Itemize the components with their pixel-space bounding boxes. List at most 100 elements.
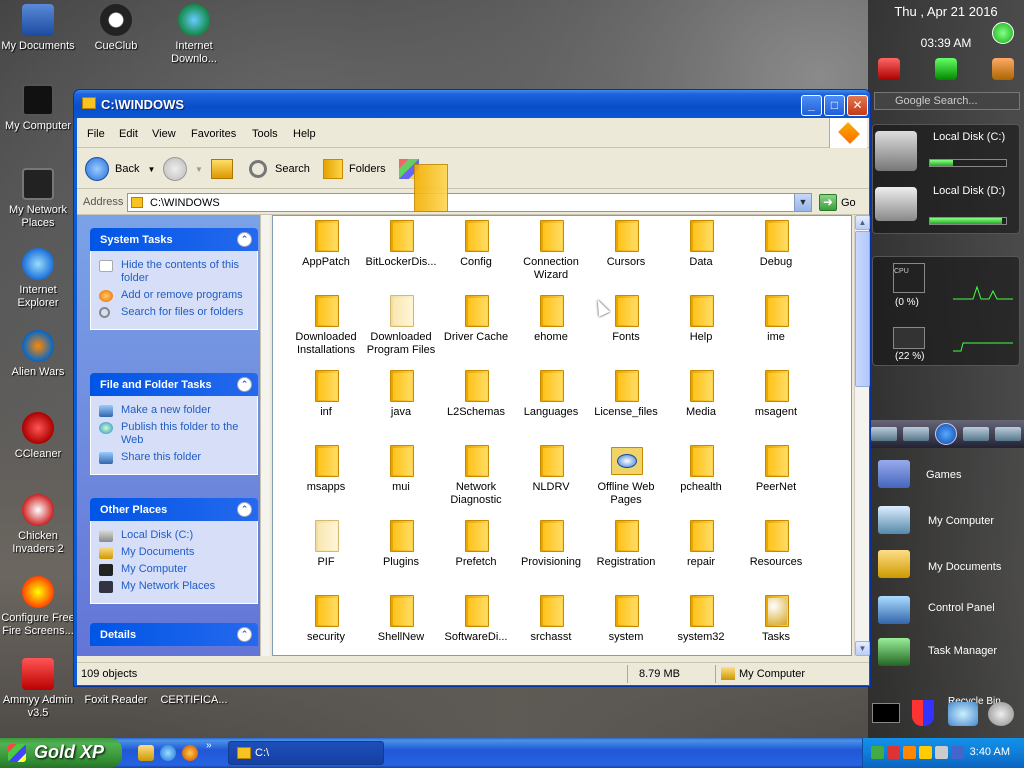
scroll-up-button[interactable]: ▲ [855,215,870,230]
task-publish-to-web[interactable]: Publish this folder to the Web [99,421,249,447]
desktop-icon-my-computer[interactable]: My Computer [0,84,76,133]
place-local-disk-c[interactable]: Local Disk (C:) [99,529,249,542]
play-icon[interactable] [935,423,957,445]
arrow-right-icon[interactable] [992,22,1014,44]
network-globe-icon[interactable] [948,702,978,726]
task-pane-scrollbar[interactable] [260,215,270,656]
folder-item[interactable]: Config [438,220,514,269]
folder-item[interactable]: Offline Web Pages [588,445,664,507]
collapse-icon[interactable]: ⌃ [237,502,252,517]
desktop-icon-internet-download[interactable]: Internet Downlo... [156,4,232,66]
flag-tray-icon[interactable] [919,746,932,759]
folder-view-scrollbar[interactable]: ▲ ▼ [854,215,870,656]
folder-item[interactable]: Connection Wizard [513,220,589,282]
system-tasks-header[interactable]: System Tasks ⌃ [90,228,258,251]
search-button[interactable]: Search [249,157,310,181]
desktop-icon-my-network-places[interactable]: My Network Places [0,168,76,230]
file-folder-tasks-header[interactable]: File and Folder Tasks ⌃ [90,373,258,396]
chevron-down-icon[interactable]: ▼ [195,165,203,174]
desktop-icon-alien-wars[interactable]: Alien Wars [0,330,76,379]
folder-item[interactable]: ShellNew [363,595,439,644]
folder-item[interactable]: security [288,595,364,644]
desktop-icon-certificate[interactable]: CERTIFICA... [156,694,232,707]
volume-tray-icon[interactable] [935,746,948,759]
menu-help[interactable]: Help [293,128,316,140]
folder-item[interactable]: NLDRV [513,445,589,494]
taskbar-button-explorer[interactable]: C:\ [228,741,384,765]
menu-edit[interactable]: Edit [119,128,138,140]
sidebar-item-control-panel[interactable]: Control Panel [928,602,995,614]
minimize-button[interactable]: _ [801,95,822,116]
folder-item[interactable]: Prefetch [438,520,514,569]
collapse-icon[interactable]: ⌃ [237,627,252,642]
address-input[interactable]: C:\WINDOWS ▼ [127,193,812,212]
other-places-header[interactable]: Other Places ⌃ [90,498,258,521]
rewind-icon[interactable] [903,427,929,441]
go-button[interactable]: ➜ Go [819,194,856,211]
folder-item[interactable]: msagent [738,370,814,419]
speaker-icon[interactable] [988,702,1014,726]
folder-item[interactable]: BitLockerDis... [363,220,439,269]
logoff-icon[interactable] [992,58,1014,80]
place-my-documents[interactable]: My Documents [99,546,249,559]
update-tray-icon[interactable] [951,746,964,759]
window-titlebar[interactable]: C:\WINDOWS _ □ ✕ [74,90,870,118]
folder-item[interactable]: Media [663,370,739,419]
cmd-icon[interactable] [872,703,900,723]
collapse-icon[interactable]: ⌃ [237,232,252,247]
folder-item[interactable]: repair [663,520,739,569]
folders-button[interactable]: Folders [323,157,386,181]
folder-item[interactable]: Network Diagnostic [438,445,514,507]
folder-item[interactable]: Debug [738,220,814,269]
place-my-computer[interactable]: My Computer [99,563,249,576]
security-tray-icon[interactable] [887,746,900,759]
collapse-icon[interactable]: ⌃ [237,377,252,392]
folder-item[interactable]: Cursors [588,220,664,269]
folder-item[interactable]: srchasst [513,595,589,644]
folder-item[interactable]: Help [663,295,739,344]
menu-file[interactable]: File [87,128,105,140]
menu-view[interactable]: View [152,128,176,140]
security-shield-icon[interactable] [912,700,934,726]
details-header[interactable]: Details ⌃ [90,623,258,646]
folder-item[interactable]: AppPatch [288,220,364,269]
desktop-icon-internet-explorer[interactable]: Internet Explorer [0,248,76,310]
maximize-button[interactable]: □ [824,95,845,116]
desktop-icon-chicken-invaders[interactable]: Chicken Invaders 2 [0,494,76,556]
folder-item[interactable]: java [363,370,439,419]
back-button[interactable]: Back ▼ [85,157,155,181]
folder-item[interactable]: L2Schemas [438,370,514,419]
folder-item[interactable]: ime [738,295,814,344]
folder-item[interactable]: SoftwareDi... [438,595,514,644]
place-my-network-places[interactable]: My Network Places [99,580,249,593]
scroll-thumb[interactable] [855,231,870,387]
desktop-icon-ccleaner[interactable]: CCleaner [0,412,76,461]
shutdown-icon[interactable] [878,58,900,80]
task-search-files[interactable]: Search for files or folders [99,306,249,319]
task-share-folder[interactable]: Share this folder [99,451,249,464]
taskbar-clock[interactable]: 3:40 AM [970,746,1010,758]
menu-tools[interactable]: Tools [252,128,278,140]
task-add-remove-programs[interactable]: Add or remove programs [99,289,249,302]
folder-item[interactable]: License_files [588,370,664,419]
restart-icon[interactable] [935,58,957,80]
folder-item[interactable]: mui [363,445,439,494]
stop-icon[interactable] [871,427,897,441]
task-hide-folder-contents[interactable]: Hide the contents of this folder [99,259,249,285]
folder-item[interactable]: Downloaded Program Files [363,295,439,357]
folder-item[interactable]: system32 [663,595,739,644]
sidebar-item-my-computer[interactable]: My Computer [928,515,994,527]
menu-favorites[interactable]: Favorites [191,128,236,140]
folder-item[interactable]: pchealth [663,445,739,494]
internet-explorer-icon[interactable] [160,745,176,761]
forward-button[interactable]: ▼ [163,157,203,181]
desktop-icon-cueclub[interactable]: CueClub [78,4,154,53]
folder-item[interactable]: Driver Cache [438,295,514,344]
folder-item[interactable]: Provisioning [513,520,589,569]
firefox-icon[interactable] [182,745,198,761]
google-search-input[interactable]: Google Search... [874,92,1020,110]
quick-launch-chevron-icon[interactable]: » [206,740,212,751]
folder-item[interactable]: msapps [288,445,364,494]
desktop-icon-ammyy-admin[interactable]: Ammyy Admin v3.5 [0,658,76,720]
desktop-icon-fire-screensaver[interactable]: Configure Free Fire Screens... [0,576,76,638]
